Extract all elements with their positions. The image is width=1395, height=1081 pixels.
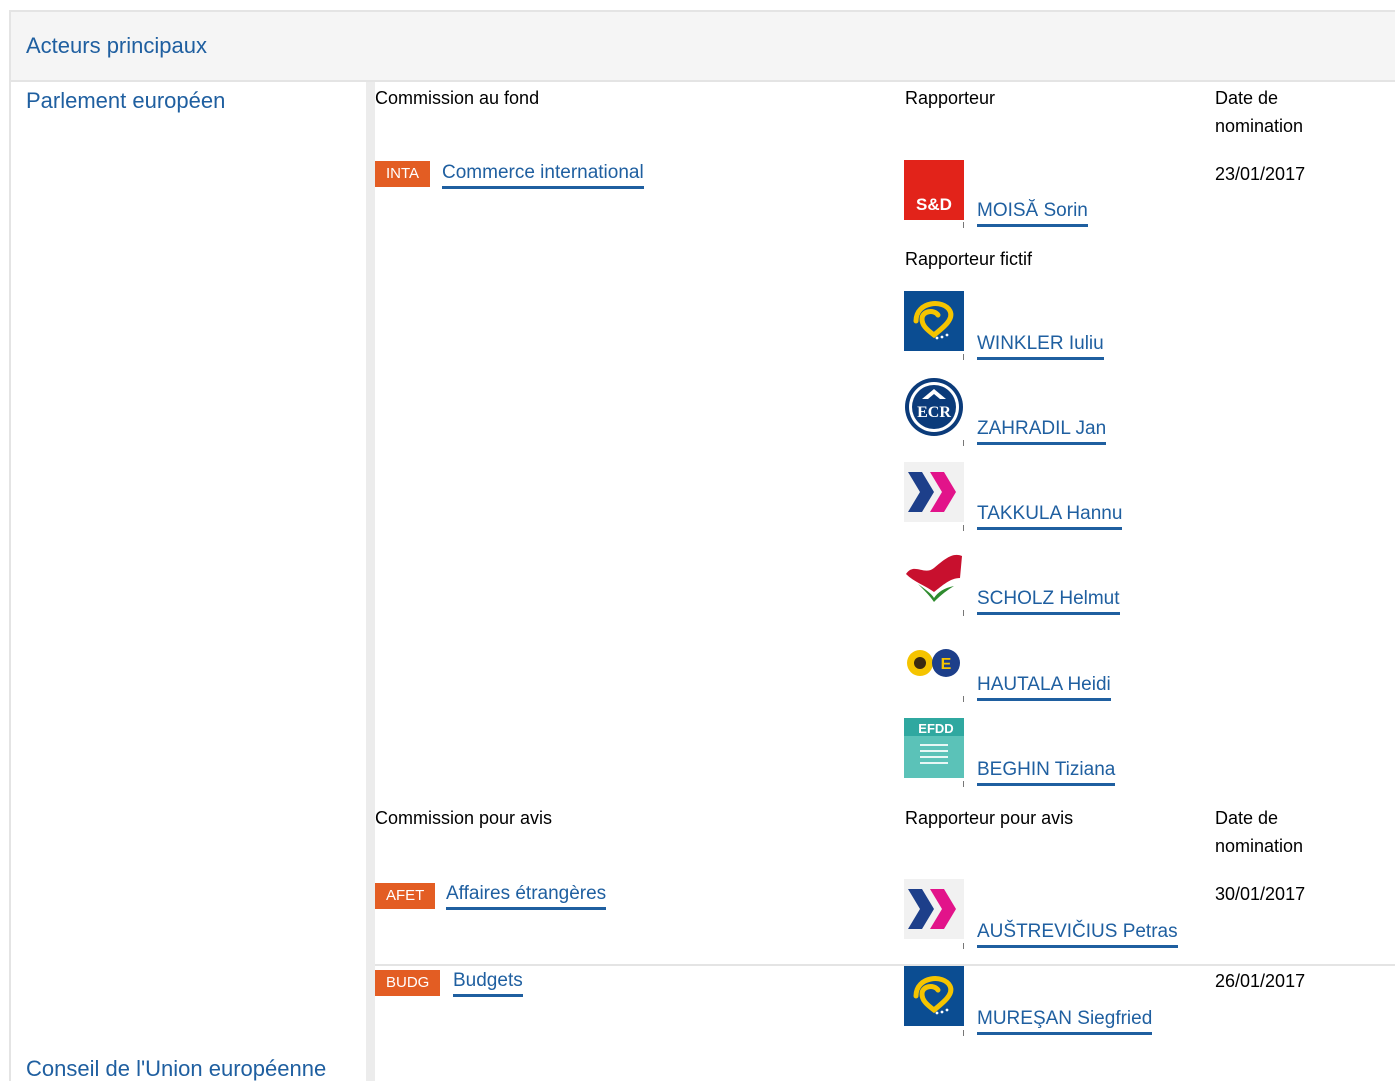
shadow-rapporteur-link-1[interactable]: WINKLER Iuliu [977, 333, 1104, 360]
s-and-d-logo-text: S&D [916, 195, 952, 214]
ecr-logo-text: ECR [917, 404, 951, 421]
opinion-rapporteur-link-budg[interactable]: MUREŞAN Siegfried [977, 1008, 1153, 1035]
alde-logo [904, 879, 964, 939]
gue-ngl-logo [904, 548, 964, 608]
opinion-date-header-line1: Date de [1215, 808, 1279, 828]
tick-mark [963, 222, 964, 228]
opinion-committee-header: Commission pour avis [375, 808, 553, 828]
opinion-rapporteur-link-afet[interactable]: AUŠTREVIČIUS Petras [977, 921, 1178, 948]
tick-mark [963, 610, 964, 616]
section-title[interactable]: Acteurs principaux [26, 33, 207, 59]
svg-text:E: E [941, 656, 952, 673]
opinion-date-budg: 26/01/2017 [1215, 971, 1306, 991]
efdd-logo-text: EFDD [918, 721, 953, 736]
institution-ep-link[interactable]: Parlement européen [26, 88, 225, 114]
alde-logo [904, 462, 964, 522]
shadow-rapporteur-label: Rapporteur fictif [905, 249, 1033, 269]
lead-date-header-line2: nomination [1215, 116, 1304, 136]
epp-logo [904, 966, 964, 1026]
committee-link-inta[interactable]: Commerce international [442, 162, 644, 189]
shadow-rapporteur-link-3[interactable]: TAKKULA Hannu [977, 503, 1123, 530]
tick-mark [963, 696, 964, 702]
tick-mark [963, 943, 964, 949]
committee-link-budg[interactable]: Budgets [453, 970, 523, 997]
shadow-rapporteur-link-5[interactable]: HAUTALA Heidi [977, 674, 1111, 701]
institution-council-link[interactable]: Conseil de l'Union européenne [26, 1056, 326, 1081]
efdd-logo: EFDD [904, 718, 964, 778]
committee-badge-budg: BUDG [375, 970, 441, 996]
opinion-date-header-line2: nomination [1215, 836, 1304, 856]
column-divider [366, 82, 375, 1081]
tick-mark [963, 440, 964, 446]
lead-date-header-line1: Date de [1215, 88, 1279, 108]
lead-rapporteur-header: Rapporteur [905, 88, 996, 108]
s-and-d-logo: S&D [904, 160, 964, 220]
opinion-date-afet: 30/01/2017 [1215, 884, 1306, 904]
greens-efa-logo: E [904, 633, 964, 693]
lead-committee-header: Commission au fond [375, 88, 540, 108]
committee-badge-afet: AFET [375, 883, 436, 909]
committee-link-afet[interactable]: Affaires étrangères [446, 883, 607, 910]
committee-badge-inta: INTA [375, 161, 431, 187]
row-separator [375, 964, 1395, 966]
shadow-rapporteur-link-6[interactable]: BEGHIN Tiziana [977, 759, 1116, 786]
ecr-logo: ECR [904, 377, 964, 437]
institution-column [11, 82, 371, 1081]
rapporteur-link[interactable]: MOISĂ Sorin [977, 200, 1088, 227]
shadow-rapporteur-link-2[interactable]: ZAHRADIL Jan [977, 418, 1107, 445]
tick-mark [963, 354, 964, 360]
tick-mark [963, 525, 964, 531]
opinion-rapporteur-header: Rapporteur pour avis [905, 808, 1074, 828]
section-header[interactable] [11, 12, 1395, 82]
epp-logo [904, 291, 964, 351]
lead-date: 23/01/2017 [1215, 164, 1306, 184]
shadow-rapporteur-link-4[interactable]: SCHOLZ Helmut [977, 588, 1120, 615]
tick-mark [963, 781, 964, 787]
tick-mark [963, 1030, 964, 1036]
